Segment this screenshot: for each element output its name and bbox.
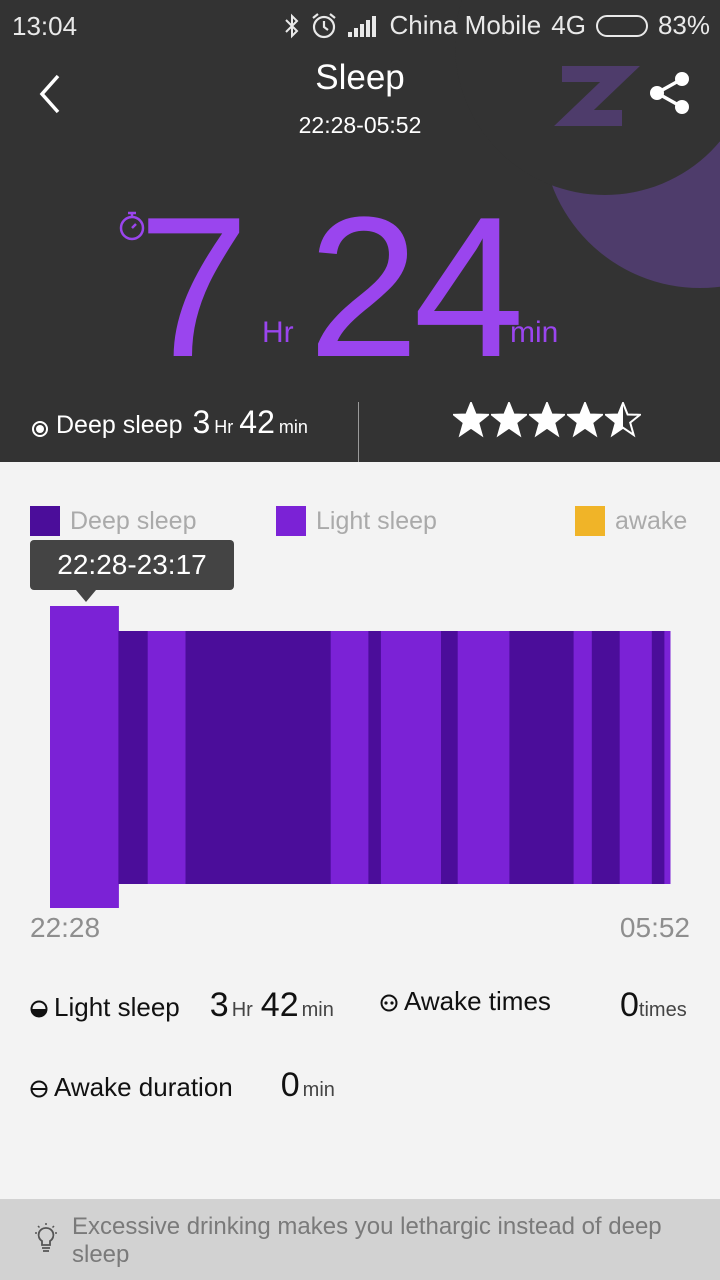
network-type: 4G [551, 10, 586, 40]
light-sleep-hours-unit: Hr [231, 999, 253, 1021]
half-moon-icon [30, 1000, 48, 1018]
minus-circle-icon [30, 1080, 48, 1098]
sleep-segment-light[interactable] [330, 631, 369, 884]
sleep-segment-light[interactable] [147, 631, 186, 884]
star-icon [529, 402, 565, 438]
awake-times-label: Awake times [404, 986, 551, 1016]
page-title: Sleep [315, 58, 405, 97]
awake-duration-unit: min [302, 1079, 335, 1101]
sleep-tip-text: Excessive drinking makes you lethargic i… [72, 1213, 662, 1268]
light-sleep-minutes-unit: min [301, 999, 334, 1021]
battery-icon [595, 14, 648, 37]
lightbulb-icon [35, 1223, 57, 1252]
sleep-rating-stars [453, 402, 641, 438]
sleep-segment-light[interactable] [50, 606, 119, 908]
light-sleep-stat: Light sleep 3 Hr 42 min [30, 986, 334, 1025]
legend-swatch-deep [30, 506, 60, 536]
summary-divider [358, 402, 359, 462]
legend-light-sleep: Light sleep [276, 506, 437, 536]
sleep-stage-chart[interactable] [0, 596, 720, 916]
light-sleep-label: Light sleep [54, 992, 180, 1022]
light-sleep-minutes: 42 [260, 986, 299, 1024]
sleep-time-range: 22:28-05:52 [298, 112, 422, 138]
segment-tooltip: 22:28-23:17 [30, 540, 234, 602]
total-hours: 7 [138, 176, 249, 399]
carrier-name: China Mobile [389, 10, 542, 40]
sleep-segment-deep[interactable] [441, 631, 459, 884]
total-hours-unit: Hr [262, 316, 294, 349]
sleep-segment-deep[interactable] [368, 631, 382, 884]
legend-label-light: Light sleep [316, 506, 437, 535]
star-icon [491, 402, 527, 438]
total-minutes-unit: min [510, 316, 559, 349]
legend-deep-sleep: Deep sleep [30, 506, 196, 536]
deep-sleep-summary: Deep sleep 3 Hr 42 min [32, 404, 314, 441]
total-minutes: 24 [308, 176, 524, 399]
sleep-summary-header: 13:04 China Mobile 4G 83% Sleep 22:28-05… [0, 0, 720, 462]
awake-duration-value: 0 [280, 1066, 300, 1104]
legend-awake: awake [575, 506, 687, 536]
sleep-segment-light[interactable] [457, 631, 510, 884]
awake-duration-label: Awake duration [54, 1072, 233, 1102]
bluetooth-icon [284, 13, 298, 38]
awake-duration-stat: Awake duration 0 min [30, 1066, 335, 1105]
chart-start-time: 22:28 [30, 912, 101, 943]
sleep-segment-deep[interactable] [185, 631, 332, 884]
chart-end-time: 05:52 [619, 912, 690, 943]
sleep-segment-light[interactable] [380, 631, 442, 884]
legend-label-awake: awake [615, 506, 688, 535]
share-icon [650, 72, 689, 114]
legend-swatch-light [276, 506, 306, 536]
sleep-segment-deep[interactable] [651, 631, 665, 884]
share-button[interactable] [646, 70, 694, 116]
deep-sleep-minutes-unit: min [278, 417, 308, 437]
star-icon [605, 402, 641, 438]
alarm-icon [311, 12, 336, 38]
sleep-segment-deep[interactable] [509, 631, 575, 884]
signal-icon [347, 15, 376, 37]
awake-times-value: 0 times [620, 986, 687, 1025]
status-bar: 13:04 China Mobile 4G 83% [0, 0, 720, 52]
awake-times-stat: Awake times [380, 986, 551, 1017]
sleep-segment-light[interactable] [664, 631, 671, 884]
awake-times-unit: times [638, 999, 687, 1021]
sleep-segment-deep[interactable] [591, 631, 621, 884]
deep-sleep-minutes: 42 [239, 404, 275, 440]
deep-sleep-dot-icon [32, 421, 48, 437]
sleep-segment-deep[interactable] [118, 631, 149, 884]
dots-circle-icon [380, 994, 398, 1012]
star-icon [453, 402, 489, 438]
sleep-segment-light[interactable] [573, 631, 593, 884]
legend-label-deep: Deep sleep [70, 506, 197, 535]
deep-sleep-hours-unit: Hr [214, 417, 234, 437]
awake-times-count: 0 [620, 986, 639, 1024]
sleep-tip-banner[interactable]: Excessive drinking makes you lethargic i… [0, 1199, 720, 1280]
battery-percent: 83% [657, 10, 710, 40]
sleep-segment-light[interactable] [619, 631, 653, 884]
deep-sleep-label: Deep sleep [56, 411, 183, 439]
legend-swatch-awake [575, 506, 605, 536]
status-time: 13:04 [12, 11, 78, 41]
light-sleep-hours: 3 [209, 986, 229, 1024]
star-icon [567, 402, 603, 438]
deep-sleep-hours: 3 [192, 404, 211, 440]
